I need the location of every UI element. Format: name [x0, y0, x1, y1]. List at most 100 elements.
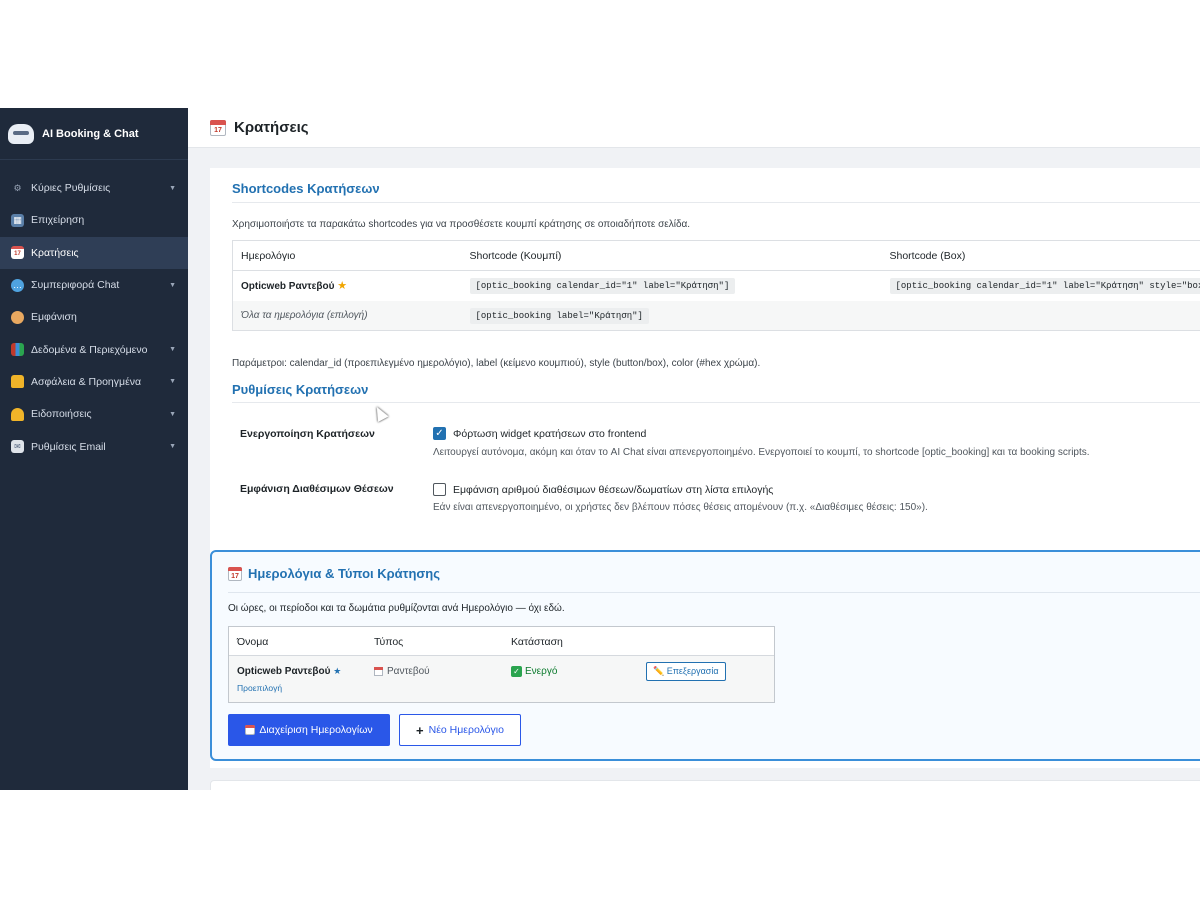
- sidebar-item-label: Δεδομένα & Περιεχόμενο: [31, 343, 148, 356]
- table-row: Opticweb Ραντεβού ★ [optic_booking calen…: [233, 271, 1200, 301]
- shortcode-code[interactable]: [optic_booking calendar_id="1" label="Κρ…: [889, 278, 1200, 295]
- check-icon: ✓: [511, 666, 522, 677]
- chevron-down-icon: ▼: [169, 378, 176, 386]
- sidebar-item-chat-behavior[interactable]: … Συμπεριφορά Chat ▼: [0, 269, 188, 301]
- gear-icon: ⚙: [13, 182, 22, 193]
- calendar-icon: [374, 667, 383, 676]
- shortcode-code[interactable]: [optic_booking label="Κράτηση"]: [469, 307, 649, 324]
- status-badge: ✓ Ενεργό: [511, 666, 557, 677]
- divider: [228, 592, 1200, 593]
- new-calendar-button[interactable]: + Νέο Ημερολόγιο: [399, 714, 521, 746]
- enable-bookings-label: Ενεργοποίηση Κρατήσεων: [240, 428, 375, 440]
- divider: [232, 402, 1200, 403]
- checkbox-box[interactable]: [433, 483, 446, 496]
- manage-calendars-button[interactable]: Διαχείριση Ημερολογίων: [228, 714, 390, 746]
- page-header: 17 Κρατήσεις: [188, 108, 1200, 148]
- button-label: Νέο Ημερολόγιο: [428, 724, 504, 736]
- calendar-icon: [245, 725, 256, 735]
- default-badge: Προεπιλογή: [237, 683, 283, 693]
- sidebar-item-email-settings[interactable]: ✉ Ρυθμίσεις Email ▼: [0, 430, 188, 462]
- calendar-name: Opticweb Ραντεβού: [241, 281, 335, 293]
- show-availability-label: Εμφάνιση Διαθέσιμων Θέσεων: [240, 483, 394, 495]
- sidebar-item-notifications[interactable]: Ειδοποιήσεις ▼: [0, 398, 188, 430]
- shortcodes-params: Παράμετροι: calendar_id (προεπιλεγμένο η…: [232, 358, 761, 369]
- column-header: Ημερολόγιο: [232, 240, 462, 271]
- column-header: Shortcode (Κουμπί): [461, 240, 882, 271]
- sidebar-item-security[interactable]: Ασφάλεια & Προηγμένα ▼: [0, 366, 188, 398]
- calendars-table: Όνομα Τύπος Κατάσταση Opticweb Ραντεβού …: [228, 626, 775, 703]
- shortcodes-title: Shortcodes Κρατήσεων: [232, 181, 380, 196]
- chevron-down-icon: ▼: [169, 184, 176, 192]
- brand-name: AI Booking & Chat: [42, 127, 139, 140]
- sidebar-item-label: Κρατήσεις: [31, 246, 79, 259]
- calendar-name: Opticweb Ραντεβού: [237, 666, 331, 677]
- calendars-title: 17 Ημερολόγια & Τύποι Κράτησης: [228, 566, 440, 581]
- button-shortcode-cell: [optic_booking label="Κράτηση"]: [461, 300, 882, 331]
- enable-bookings-checkbox[interactable]: ✓ Φόρτωση widget κρατήσεων στο frontend: [433, 427, 646, 440]
- calendar-cell: Όλα τα ημερολόγια (επιλογή): [232, 300, 462, 331]
- books-icon: [11, 343, 24, 357]
- plus-icon: +: [416, 722, 424, 738]
- chevron-down-icon: ▼: [169, 410, 176, 418]
- brand: AI Booking & Chat: [0, 108, 188, 160]
- shortcode-code[interactable]: [optic_booking calendar_id="1" label="Κρ…: [469, 278, 736, 295]
- star-icon: ★: [333, 666, 342, 676]
- star-icon: ★: [337, 280, 348, 293]
- chat-bubble-icon: …: [11, 278, 24, 292]
- divider: [232, 202, 1200, 203]
- calendars-title-text: Ημερολόγια & Τύποι Κράτησης: [248, 566, 441, 581]
- page-title: Κρατήσεις: [234, 119, 309, 136]
- checkbox-label: Φόρτωση widget κρατήσεων στο frontend: [453, 427, 647, 440]
- shortcodes-description: Χρησιμοποιήστε τα παρακάτω shortcodes γι…: [232, 219, 691, 230]
- column-header: Shortcode (Box): [881, 240, 1200, 271]
- sidebar-item-label: Κύριες Ρυθμίσεις: [31, 182, 111, 195]
- chevron-down-icon: ▼: [169, 281, 176, 289]
- table-row: Opticweb Ραντεβού ★ Προεπιλογή Ραντεβού …: [229, 656, 774, 702]
- sidebar-item-main-settings[interactable]: ⚙ Κύριες Ρυθμίσεις ▼: [0, 172, 188, 204]
- table-header-row: Ημερολόγιο Shortcode (Κουμπί) Shortcode …: [232, 240, 1200, 271]
- show-availability-checkbox[interactable]: Εμφάνιση αριθμού διαθέσιμων θέσεων/δωματ…: [433, 483, 773, 496]
- palette-icon: [11, 310, 24, 324]
- calendar-type-label: Ραντεβού: [387, 666, 430, 677]
- calendar-icon: 17: [11, 246, 24, 260]
- chevron-down-icon: ▼: [169, 443, 176, 451]
- calendars-description: Οι ώρες, οι περίοδοι και τα δωμάτια ρυθμ…: [228, 603, 565, 614]
- bell-icon: [11, 407, 24, 421]
- column-header: Τύπος: [374, 636, 404, 648]
- main-area: 17 Κρατήσεις Shortcodes Κρατήσεων Χρησιμ…: [188, 108, 1200, 790]
- sidebar: AI Booking & Chat ⚙ Κύριες Ρυθμίσεις ▼ ▦…: [0, 108, 188, 790]
- calendars-panel: 17 Ημερολόγια & Τύποι Κράτησης Οι ώρες, …: [210, 550, 1200, 761]
- lock-icon: [11, 375, 24, 389]
- show-availability-help: Εάν είναι απενεργοποιημένο, οι χρήστες δ…: [433, 502, 928, 513]
- button-label: Διαχείριση Ημερολογίων: [259, 724, 373, 736]
- calendar-name: Όλα τα ημερολόγια (επιλογή): [241, 309, 368, 321]
- cloud-logo-icon: [8, 123, 34, 144]
- next-section-card: [210, 780, 1200, 790]
- app-window: AI Booking & Chat ⚙ Κύριες Ρυθμίσεις ▼ ▦…: [0, 108, 1200, 790]
- chevron-down-icon: ▼: [169, 346, 176, 354]
- table-header-row: Όνομα Τύπος Κατάσταση: [229, 627, 774, 656]
- envelope-icon: ✉: [11, 440, 24, 454]
- calendar-cell: Opticweb Ραντεβού ★: [233, 271, 462, 301]
- button-shortcode-cell: [optic_booking calendar_id="1" label="Κρ…: [462, 271, 882, 301]
- sidebar-item-data-content[interactable]: Δεδομένα & Περιεχόμενο ▼: [0, 333, 188, 365]
- building-icon: ▦: [11, 213, 24, 227]
- calendar-icon: 17: [228, 566, 242, 581]
- sidebar-item-label: Ασφάλεια & Προηγμένα: [31, 375, 142, 388]
- sidebar-item-label: Ειδοποιήσεις: [31, 408, 92, 421]
- table-row: Όλα τα ημερολόγια (επιλογή) [optic_booki…: [232, 300, 1200, 331]
- sidebar-item-label: Ρυθμίσεις Email: [31, 440, 106, 453]
- sidebar-nav: ⚙ Κύριες Ρυθμίσεις ▼ ▦ Επιχείρηση 17 Κρα…: [0, 160, 188, 463]
- enable-bookings-help: Λειτουργεί αυτόνομα, ακόμη και όταν το A…: [433, 447, 1090, 458]
- sidebar-item-label: Επιχείρηση: [31, 214, 85, 227]
- booking-settings-title: Ρυθμίσεις Κρατήσεων: [232, 382, 369, 397]
- checkmark-icon[interactable]: ✓: [433, 427, 446, 440]
- sidebar-item-label: Εμφάνιση: [31, 311, 77, 324]
- edit-button[interactable]: ✏️ Επεξεργασία: [646, 662, 726, 681]
- sidebar-item-bookings[interactable]: 17 Κρατήσεις: [0, 236, 188, 269]
- sidebar-item-business[interactable]: ▦ Επιχείρηση: [0, 204, 188, 236]
- calendar-type: Ραντεβού: [374, 666, 430, 677]
- sidebar-item-appearance[interactable]: Εμφάνιση: [0, 301, 188, 333]
- status-label: Ενεργό: [525, 666, 558, 677]
- calendar-icon: 17: [210, 119, 226, 136]
